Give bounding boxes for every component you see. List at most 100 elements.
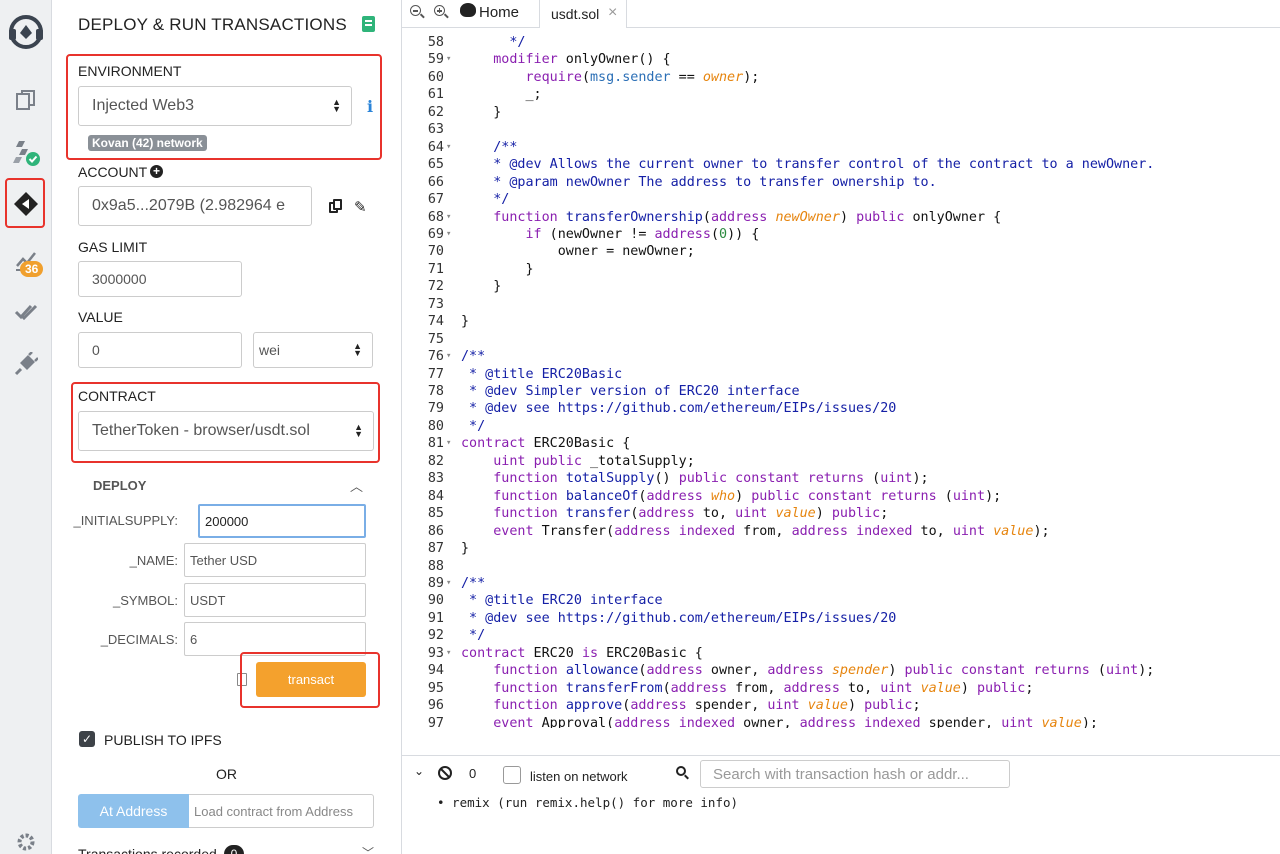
add-account-icon[interactable]: + [150, 165, 163, 178]
arg-input-decimals[interactable]: 6 [184, 622, 366, 656]
zoom-in-icon[interactable] [434, 5, 449, 19]
code-text: * @title ERC20 interface [461, 593, 663, 609]
line-number: 93 [427, 645, 444, 661]
file-explorer-icon[interactable] [6, 80, 46, 120]
code-line: 75 [402, 331, 1280, 349]
code-line: 63 [402, 121, 1280, 139]
settings-gear-icon[interactable] [6, 822, 46, 854]
line-number: 87 [427, 541, 444, 557]
tab-file-label: usdt.sol [551, 6, 600, 22]
arg-label-initialsupply: _INITIALSUPPLY: [73, 513, 178, 528]
code-text: * @dev Simpler version of ERC20 interfac… [461, 384, 800, 399]
transactions-chevron-icon[interactable]: ﹀ [362, 844, 374, 854]
copy-calldata-icon[interactable] [237, 673, 247, 686]
close-tab-icon[interactable]: × [608, 4, 617, 22]
line-number: 95 [427, 680, 444, 696]
code-text: */ [461, 418, 486, 434]
line-number: 74 [427, 314, 444, 330]
line-number: 82 [427, 453, 444, 469]
code-text: event Transfer(address indexed from, add… [493, 523, 1050, 539]
deploy-run-icon[interactable] [6, 184, 46, 224]
code-line: 73 [402, 296, 1280, 314]
code-text: contract ERC20 is ERC20Basic { [461, 645, 703, 661]
environment-info-icon[interactable]: i [367, 97, 373, 116]
plugin-icon[interactable] [6, 344, 46, 384]
environment-value: Injected Web3 [92, 97, 194, 114]
deploy-run-panel: DEPLOY & RUN TRANSACTIONS ENVIRONMENT In… [52, 0, 402, 854]
fold-arrow-icon[interactable]: ▾ [446, 348, 451, 366]
contract-label: CONTRACT [78, 388, 156, 404]
line-number: 85 [427, 506, 444, 522]
code-text: function transferFrom(address from, addr… [493, 680, 1034, 696]
listen-network-checkbox[interactable] [503, 766, 521, 784]
line-number: 83 [427, 471, 444, 487]
code-line: 64 ▾ /** [402, 139, 1280, 157]
value-unit-select[interactable]: wei ▲ ▼ [253, 332, 373, 368]
fold-arrow-icon[interactable]: ▾ [446, 575, 451, 593]
edit-account-icon[interactable]: ✎ [354, 198, 367, 216]
line-number: 66 [427, 174, 444, 190]
arg-input-initialsupply[interactable]: 200000 [198, 504, 366, 538]
fold-arrow-icon[interactable]: ▾ [446, 226, 451, 244]
line-number: 76 [427, 349, 444, 365]
code-text: uint public _totalSupply; [493, 453, 695, 469]
tab-usdt-sol[interactable]: usdt.sol × [539, 0, 627, 28]
line-number: 91 [427, 610, 444, 626]
code-text: require(msg.sender == owner); [525, 69, 760, 85]
transactions-recorded-label: Transactions recorded [78, 846, 217, 854]
line-number: 78 [427, 384, 444, 399]
compiler-icon[interactable] [6, 132, 46, 172]
remix-home-icon [460, 3, 476, 17]
collapse-chevron-icon[interactable]: ︿ [350, 476, 363, 495]
line-number: 73 [427, 296, 444, 312]
arg-input-symbol[interactable]: USDT [184, 583, 366, 617]
at-address-button[interactable]: At Address [78, 794, 189, 828]
code-line: 84 function balanceOf(address who) publi… [402, 488, 1280, 506]
environment-select[interactable]: Injected Web3 ▲ ▼ [78, 86, 352, 126]
code-text: function transfer(address to, uint value… [493, 506, 889, 522]
panel-title: DEPLOY & RUN TRANSACTIONS [78, 15, 347, 34]
code-line: 79 * @dev see https://github.com/ethereu… [402, 400, 1280, 418]
transact-button[interactable]: transact [256, 662, 366, 697]
code-line: 62 } [402, 104, 1280, 122]
transaction-search-input[interactable]: Search with transaction hash or addr... [700, 760, 1010, 788]
zoom-out-icon[interactable] [410, 5, 425, 19]
code-text: owner = newOwner; [461, 244, 695, 260]
contract-select[interactable]: TetherToken - browser/usdt.sol ▲ ▼ [78, 411, 374, 451]
line-number: 68 [427, 209, 444, 225]
account-value: 0x9a5...2079B (2.982964 e [92, 197, 286, 214]
fold-arrow-icon[interactable]: ▾ [446, 209, 451, 227]
copy-account-icon[interactable] [329, 199, 343, 213]
tab-home[interactable]: Home [458, 0, 538, 28]
clear-console-icon[interactable] [438, 766, 452, 780]
fold-arrow-icon[interactable]: ▾ [446, 139, 451, 157]
remix-logo-icon[interactable] [6, 12, 46, 52]
value-input[interactable]: 0 [78, 332, 242, 368]
publish-ipfs-checkbox[interactable]: ✓ [79, 731, 95, 747]
code-line: 88 [402, 558, 1280, 576]
select-caret-icon: ▲ ▼ [354, 422, 363, 439]
code-line: 94 function allowance(address owner, add… [402, 662, 1280, 680]
fold-arrow-icon[interactable]: ▾ [446, 51, 451, 69]
code-line: 58 */ [402, 34, 1280, 52]
code-line: 76 ▾ /** [402, 348, 1280, 366]
gas-limit-input[interactable]: 3000000 [78, 261, 242, 297]
line-number: 72 [427, 279, 444, 295]
code-editor[interactable]: 58 */59 ▾ modifier onlyOwner() {60 requir… [402, 28, 1280, 728]
code-text: /** [461, 349, 486, 365]
code-line: 68 ▾ function transferOwnership(address n… [402, 209, 1280, 227]
fold-arrow-icon[interactable]: ▾ [446, 435, 451, 453]
line-number: 67 [427, 192, 444, 208]
account-select[interactable]: 0x9a5...2079B (2.982964 e [78, 186, 312, 226]
double-check-icon[interactable] [6, 292, 46, 332]
load-address-input[interactable]: Load contract from Address [189, 794, 374, 828]
code-text: * @dev see https://github.com/ethereum/E… [461, 610, 897, 626]
fold-arrow-icon[interactable]: ▾ [446, 645, 451, 663]
docs-book-icon[interactable] [362, 16, 375, 32]
toggle-terminal-chevron-icon[interactable]: ⌄ [414, 764, 424, 778]
arg-input-name[interactable]: Tether USD [184, 543, 366, 577]
arg-label-symbol: _SYMBOL: [112, 593, 178, 608]
code-line: 71 } [402, 261, 1280, 279]
line-number: 80 [427, 418, 444, 434]
code-line: 91 * @dev see https://github.com/ethereu… [402, 610, 1280, 628]
